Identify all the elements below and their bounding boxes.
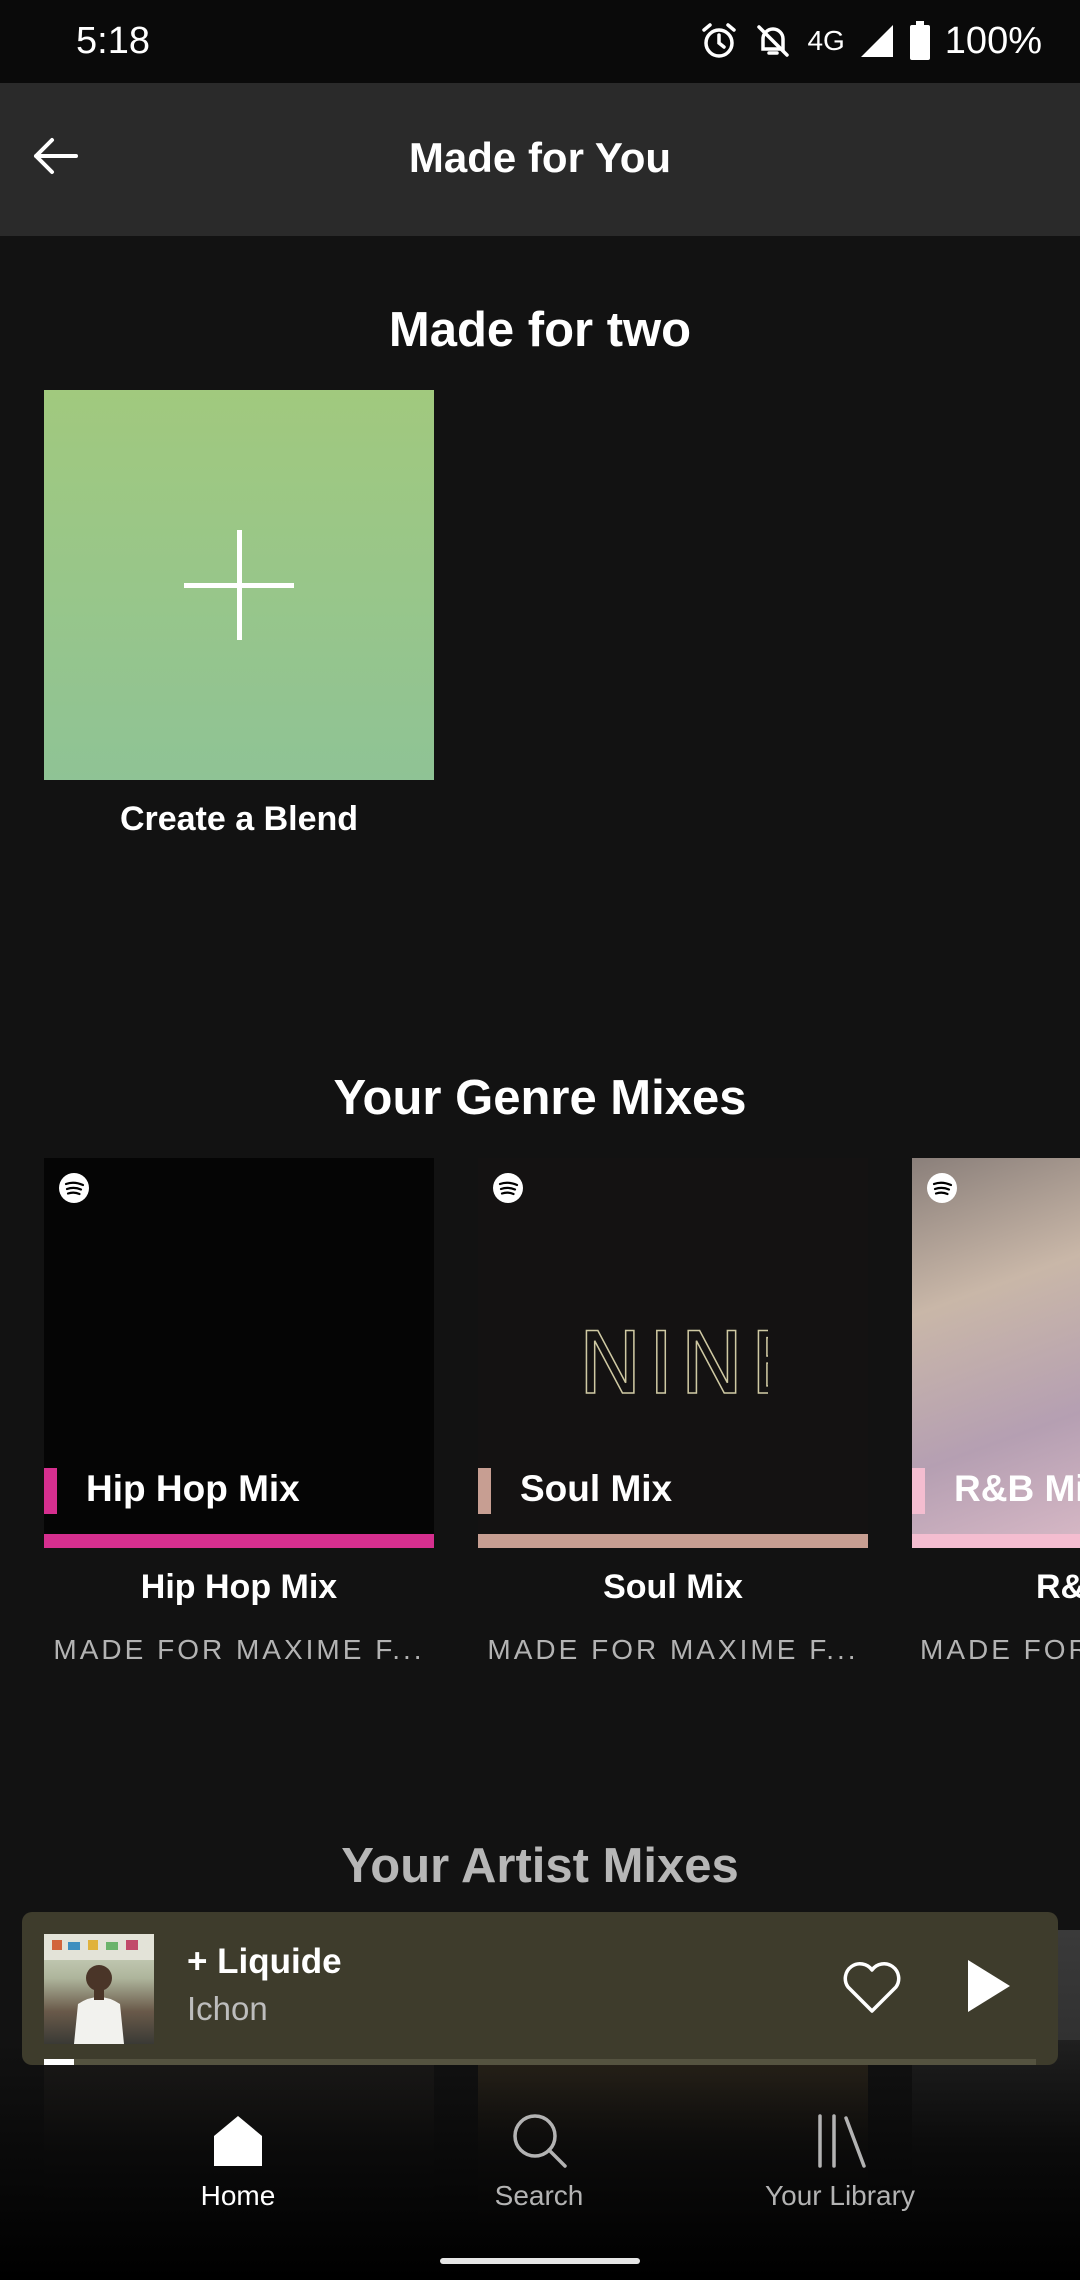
like-button[interactable]	[840, 1956, 904, 2020]
mix-card-rnb[interactable]: R&B Mi	[912, 1158, 1080, 1548]
status-icons: 4G 100%	[699, 18, 1042, 64]
heart-icon	[843, 1962, 901, 2013]
alarm-icon	[702, 23, 737, 58]
now-playing-album-art	[44, 1934, 154, 2044]
nav-home-label: Home	[200, 2180, 276, 2211]
play-icon	[968, 1960, 1010, 2012]
mix-subtitle: MADE FOR MAXIME F...	[487, 1634, 859, 1665]
play-button[interactable]	[954, 1954, 1018, 2018]
nav-home[interactable]: Home	[88, 2110, 388, 2212]
mix-accent-mark	[44, 1468, 57, 1514]
spotify-logo-icon	[59, 1173, 89, 1203]
create-blend-label[interactable]: Create a Blend	[44, 800, 434, 839]
album-art-text: NINE	[578, 1314, 768, 1403]
mix-cover-title: R&B Mi	[954, 1468, 1080, 1509]
status-bar: 5:18 4G 100%	[0, 0, 1080, 83]
status-time: 5:18	[76, 20, 150, 62]
app-header: Made for You	[0, 83, 1080, 236]
mix-accent-mark	[478, 1468, 491, 1514]
section-title-made-for-two: Made for two	[388, 303, 692, 357]
battery-icon	[909, 21, 930, 60]
battery-percent: 100%	[944, 19, 1042, 62]
nav-search[interactable]: Search	[389, 2110, 689, 2212]
playback-progress-fill	[44, 2059, 74, 2065]
nav-library-label: Your Library	[765, 2180, 915, 2211]
mix-color-bar	[44, 1534, 434, 1548]
home-icon	[214, 2116, 262, 2166]
mix-color-bar	[478, 1534, 868, 1548]
plus-icon	[184, 530, 294, 640]
mix-card-hip-hop[interactable]: Hip Hop Mix	[44, 1158, 434, 1548]
mix-title[interactable]: Hip Hop Mix	[44, 1568, 434, 1607]
page-title: Made for You	[408, 134, 672, 181]
signal-icon	[860, 25, 893, 57]
mute-bell-icon	[757, 25, 790, 57]
section-title-artist-mixes: Your Artist Mixes	[341, 1839, 739, 1893]
bottom-navigation: Home Search Your Library	[0, 2040, 1080, 2280]
mix-subtitle: MADE FOR	[920, 1634, 1080, 1665]
mix-cover-title: Hip Hop Mix	[86, 1468, 300, 1509]
now-playing-artist: Ichon	[187, 1990, 268, 2027]
nav-search-label: Search	[494, 2180, 584, 2211]
mix-title[interactable]: Soul Mix	[478, 1568, 868, 1607]
search-icon	[513, 2114, 567, 2168]
network-type: 4G	[807, 25, 845, 56]
nav-library[interactable]: Your Library	[690, 2110, 990, 2212]
album-art-nine: NINE	[578, 1313, 768, 1403]
mix-subtitle: MADE FOR MAXIME F...	[53, 1634, 425, 1665]
gesture-home-indicator[interactable]	[440, 2258, 640, 2264]
playback-progress-bar[interactable]	[44, 2059, 1036, 2065]
mix-color-bar	[912, 1534, 1080, 1548]
spotify-logo-icon	[493, 1173, 523, 1203]
mix-cover-title: Soul Mix	[520, 1468, 673, 1509]
mix-card-soul[interactable]: NINE Soul Mix	[478, 1158, 868, 1548]
mix-accent-mark	[912, 1468, 925, 1514]
now-playing-bar[interactable]: + Liquide Ichon	[22, 1912, 1058, 2065]
create-blend-card[interactable]	[44, 390, 434, 780]
spotify-logo-icon	[927, 1173, 957, 1203]
now-playing-track: + Liquide	[187, 1942, 342, 1981]
library-icon	[818, 2114, 866, 2168]
mix-title[interactable]: R&	[912, 1568, 1080, 1607]
album-art-figure	[44, 1934, 154, 2044]
section-title-genre-mixes: Your Genre Mixes	[333, 1071, 747, 1125]
